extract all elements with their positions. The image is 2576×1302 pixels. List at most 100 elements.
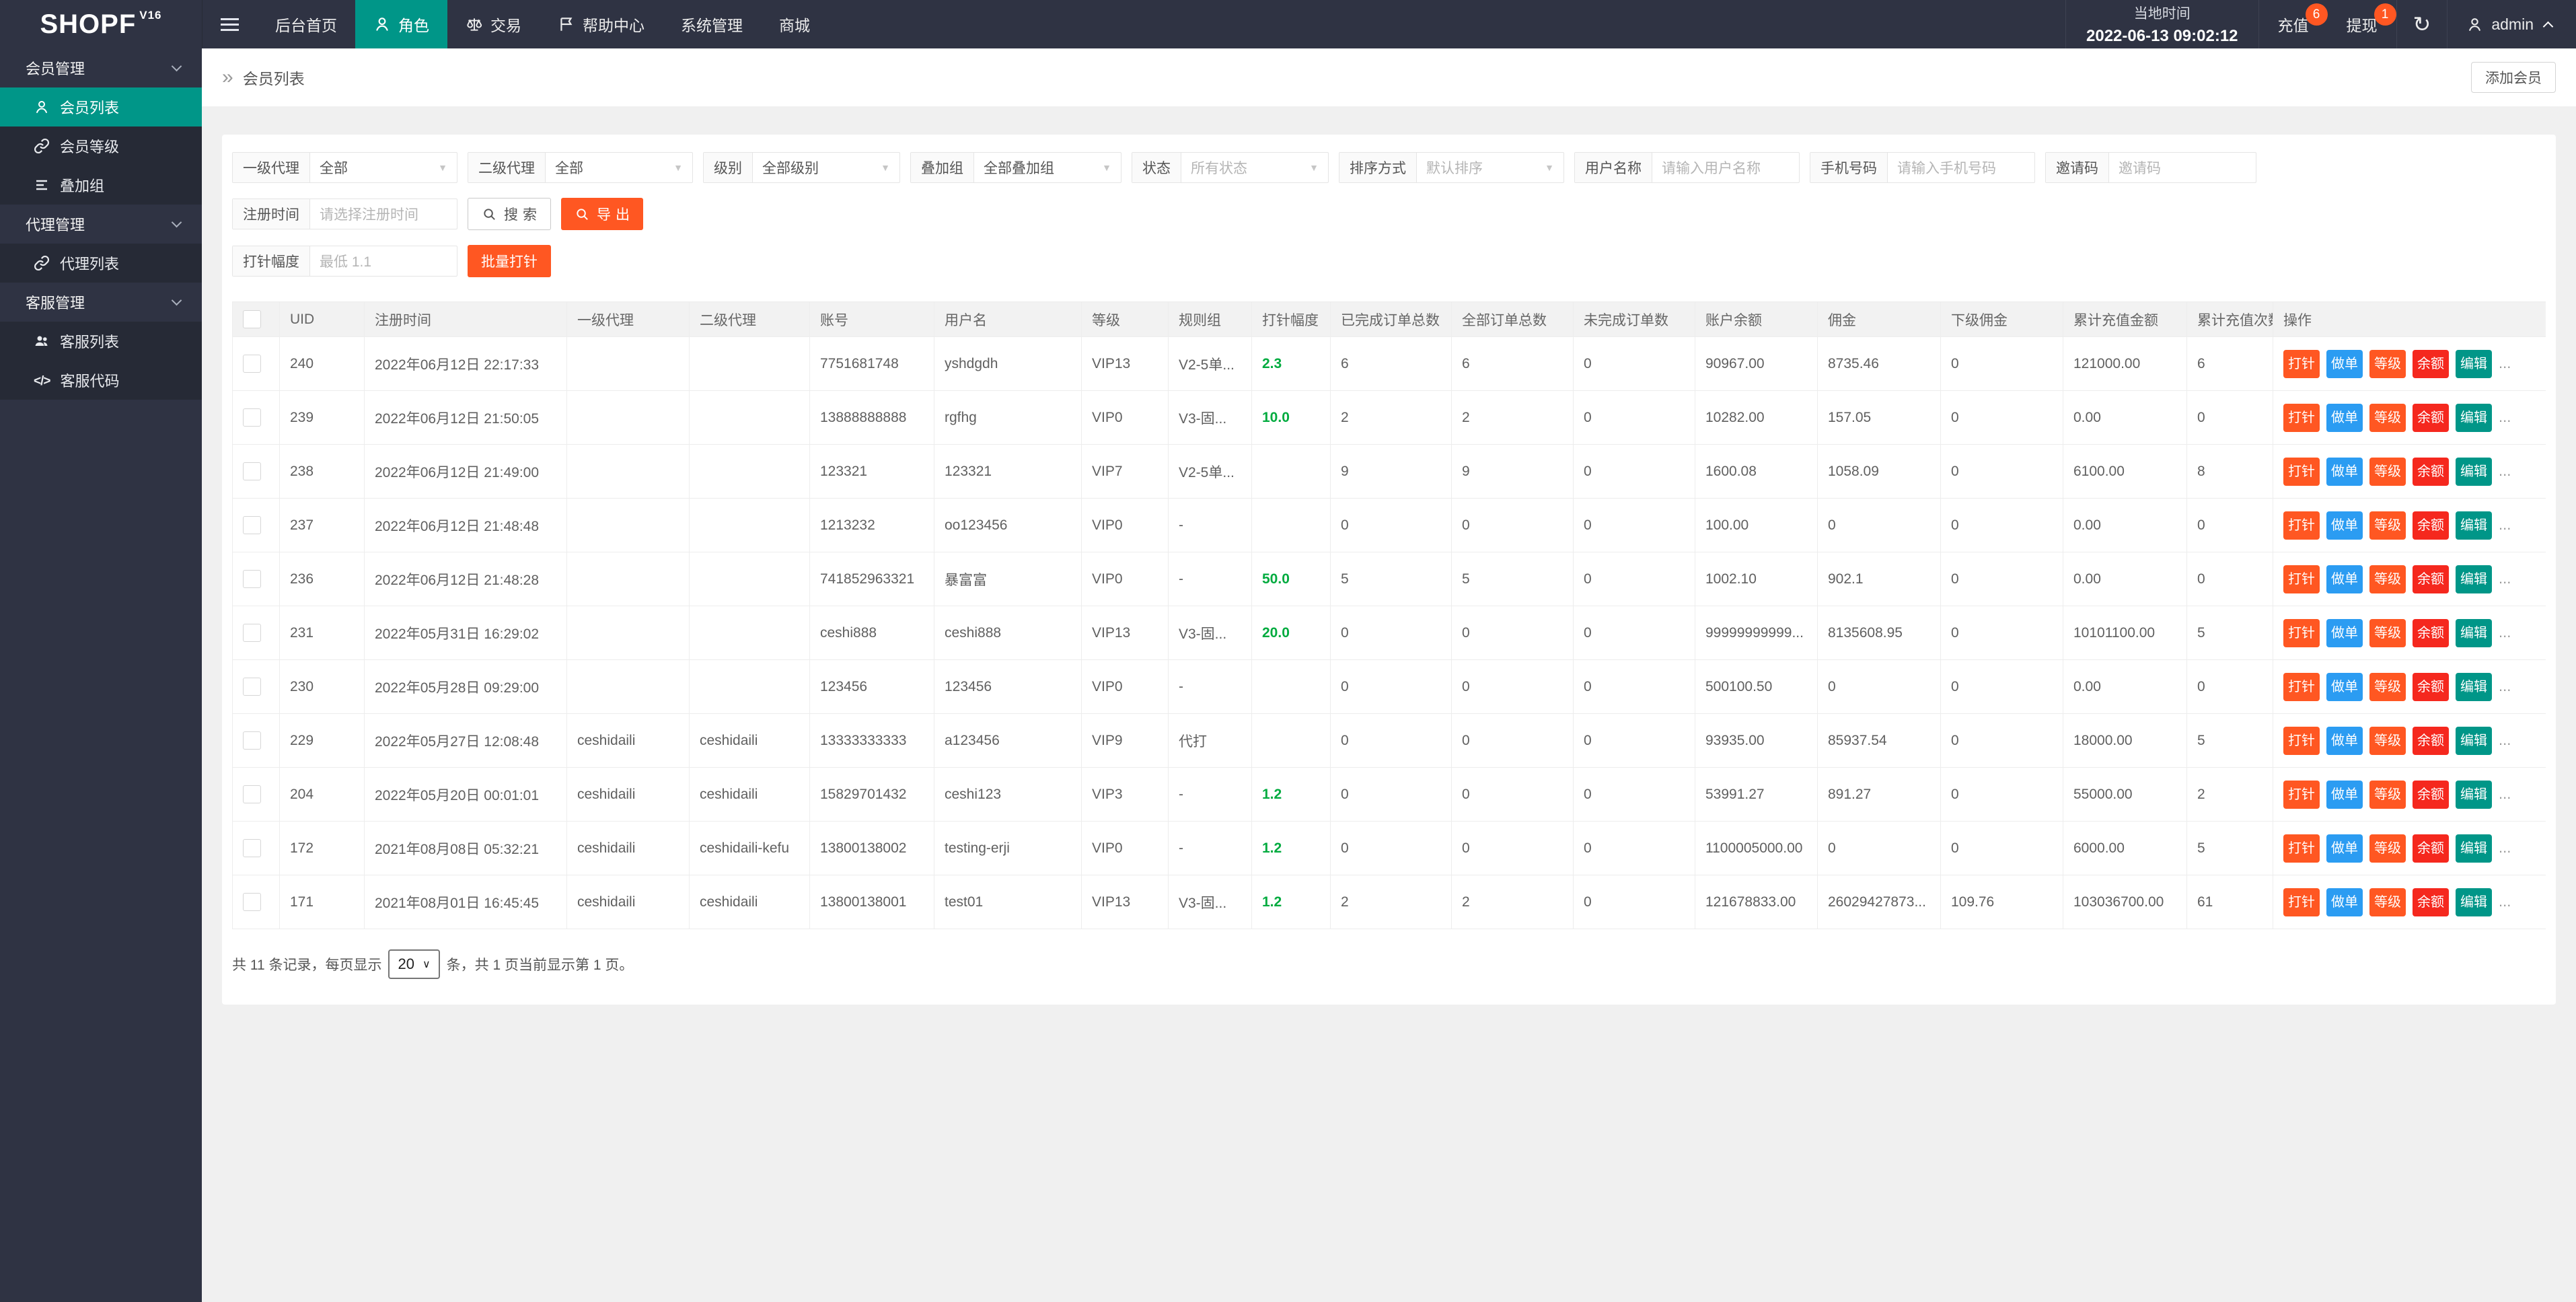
more-actions[interactable]: ... <box>2499 570 2511 587</box>
level-button[interactable]: 等级 <box>2369 511 2406 540</box>
inject-button[interactable]: 打针 <box>2283 350 2320 378</box>
edit-button[interactable]: 编辑 <box>2456 350 2492 378</box>
inject-button[interactable]: 打针 <box>2283 727 2320 755</box>
filter-input-input[interactable]: 请输入用户名称 <box>1652 153 1799 182</box>
level-button[interactable]: 等级 <box>2369 781 2406 809</box>
level-button[interactable]: 等级 <box>2369 565 2406 593</box>
make-order-button[interactable]: 做单 <box>2326 511 2363 540</box>
select-all-checkbox[interactable] <box>243 310 261 328</box>
row-checkbox[interactable] <box>243 839 261 857</box>
balance-button[interactable]: 余额 <box>2413 458 2449 486</box>
level-button[interactable]: 等级 <box>2369 834 2406 863</box>
more-actions[interactable]: ... <box>2499 785 2511 802</box>
edit-button[interactable]: 编辑 <box>2456 781 2492 809</box>
balance-button[interactable]: 余额 <box>2413 673 2449 701</box>
make-order-button[interactable]: 做单 <box>2326 619 2363 647</box>
row-checkbox[interactable] <box>243 893 261 911</box>
batch-inject-button[interactable]: 批量打针 <box>468 245 551 277</box>
make-order-button[interactable]: 做单 <box>2326 565 2363 593</box>
more-actions[interactable]: ... <box>2499 839 2511 856</box>
filter-select-select[interactable]: 所有状态▼ <box>1181 153 1328 182</box>
balance-button[interactable]: 余额 <box>2413 511 2449 540</box>
withdraw-button[interactable]: 提现 1 <box>2328 0 2396 48</box>
sidebar-item[interactable]: 会员列表 <box>0 87 202 126</box>
filter-select-select[interactable]: 全部▼ <box>310 153 457 182</box>
make-order-button[interactable]: 做单 <box>2326 727 2363 755</box>
balance-button[interactable]: 余额 <box>2413 888 2449 916</box>
edit-button[interactable]: 编辑 <box>2456 619 2492 647</box>
row-checkbox[interactable] <box>243 731 261 750</box>
inject-button[interactable]: 打针 <box>2283 673 2320 701</box>
row-checkbox[interactable] <box>243 785 261 803</box>
balance-button[interactable]: 余额 <box>2413 350 2449 378</box>
level-button[interactable]: 等级 <box>2369 350 2406 378</box>
sidebar-item[interactable]: </>客服代码 <box>0 361 202 400</box>
member-table-scrollbar[interactable]: UID注册时间一级代理二级代理账号用户名等级规则组打针幅度已完成订单总数全部订单… <box>232 301 2546 929</box>
balance-button[interactable]: 余额 <box>2413 619 2449 647</box>
row-checkbox[interactable] <box>243 570 261 588</box>
inject-button[interactable]: 打针 <box>2283 404 2320 432</box>
level-button[interactable]: 等级 <box>2369 619 2406 647</box>
filter-select-select[interactable]: 全部叠加组▼ <box>974 153 1121 182</box>
row-checkbox[interactable] <box>243 516 261 534</box>
inject-button[interactable]: 打针 <box>2283 565 2320 593</box>
make-order-button[interactable]: 做单 <box>2326 834 2363 863</box>
more-actions[interactable]: ... <box>2499 408 2511 425</box>
sidebar-item[interactable]: 代理列表 <box>0 244 202 283</box>
recharge-button[interactable]: 充值 6 <box>2259 0 2328 48</box>
level-button[interactable]: 等级 <box>2369 727 2406 755</box>
row-checkbox[interactable] <box>243 408 261 427</box>
make-order-button[interactable]: 做单 <box>2326 404 2363 432</box>
row-checkbox[interactable] <box>243 678 261 696</box>
row-checkbox[interactable] <box>243 355 261 373</box>
row-checkbox[interactable] <box>243 624 261 642</box>
more-actions[interactable]: ... <box>2499 516 2511 533</box>
top-nav-item[interactable]: 系统管理 <box>663 0 761 48</box>
inject-button[interactable]: 打针 <box>2283 619 2320 647</box>
level-button[interactable]: 等级 <box>2369 673 2406 701</box>
filter-register-time-input[interactable]: 请选择注册时间 <box>310 199 457 229</box>
level-button[interactable]: 等级 <box>2369 458 2406 486</box>
level-button[interactable]: 等级 <box>2369 404 2406 432</box>
balance-button[interactable]: 余额 <box>2413 404 2449 432</box>
balance-button[interactable]: 余额 <box>2413 781 2449 809</box>
balance-button[interactable]: 余额 <box>2413 727 2449 755</box>
edit-button[interactable]: 编辑 <box>2456 727 2492 755</box>
balance-button[interactable]: 余额 <box>2413 565 2449 593</box>
inject-button[interactable]: 打针 <box>2283 458 2320 486</box>
more-actions[interactable]: ... <box>2499 678 2511 694</box>
inject-button[interactable]: 打针 <box>2283 511 2320 540</box>
level-button[interactable]: 等级 <box>2369 888 2406 916</box>
page-size-select[interactable]: 20 ∨ <box>388 949 439 979</box>
edit-button[interactable]: 编辑 <box>2456 458 2492 486</box>
user-menu[interactable]: admin <box>2448 0 2576 48</box>
edit-button[interactable]: 编辑 <box>2456 511 2492 540</box>
make-order-button[interactable]: 做单 <box>2326 673 2363 701</box>
inject-button[interactable]: 打针 <box>2283 834 2320 863</box>
more-actions[interactable]: ... <box>2499 462 2511 479</box>
more-actions[interactable]: ... <box>2499 624 2511 641</box>
filter-input-input[interactable]: 请输入手机号码 <box>1888 153 2034 182</box>
make-order-button[interactable]: 做单 <box>2326 458 2363 486</box>
more-actions[interactable]: ... <box>2499 355 2511 371</box>
filter-select-select[interactable]: 全部级别▼ <box>753 153 899 182</box>
edit-button[interactable]: 编辑 <box>2456 834 2492 863</box>
edit-button[interactable]: 编辑 <box>2456 565 2492 593</box>
row-checkbox[interactable] <box>243 462 261 480</box>
top-nav-item[interactable]: 帮助中心 <box>540 0 663 48</box>
more-actions[interactable]: ... <box>2499 731 2511 748</box>
refresh-icon[interactable]: ↻ <box>2396 0 2448 48</box>
edit-button[interactable]: 编辑 <box>2456 673 2492 701</box>
filter-select-select[interactable]: 全部▼ <box>546 153 692 182</box>
inject-button[interactable]: 打针 <box>2283 888 2320 916</box>
inject-button[interactable]: 打针 <box>2283 781 2320 809</box>
top-nav-item[interactable]: 后台首页 <box>257 0 355 48</box>
filter-select-select[interactable]: 默认排序▼ <box>1417 153 1563 182</box>
edit-button[interactable]: 编辑 <box>2456 888 2492 916</box>
sidebar-collapse-icon[interactable] <box>202 0 257 48</box>
top-nav-item[interactable]: 角色 <box>355 0 447 48</box>
top-nav-item[interactable]: 商城 <box>761 0 828 48</box>
make-order-button[interactable]: 做单 <box>2326 888 2363 916</box>
sidebar-group-header[interactable]: 会员管理 <box>0 48 202 87</box>
sidebar-item[interactable]: 叠加组 <box>0 166 202 205</box>
